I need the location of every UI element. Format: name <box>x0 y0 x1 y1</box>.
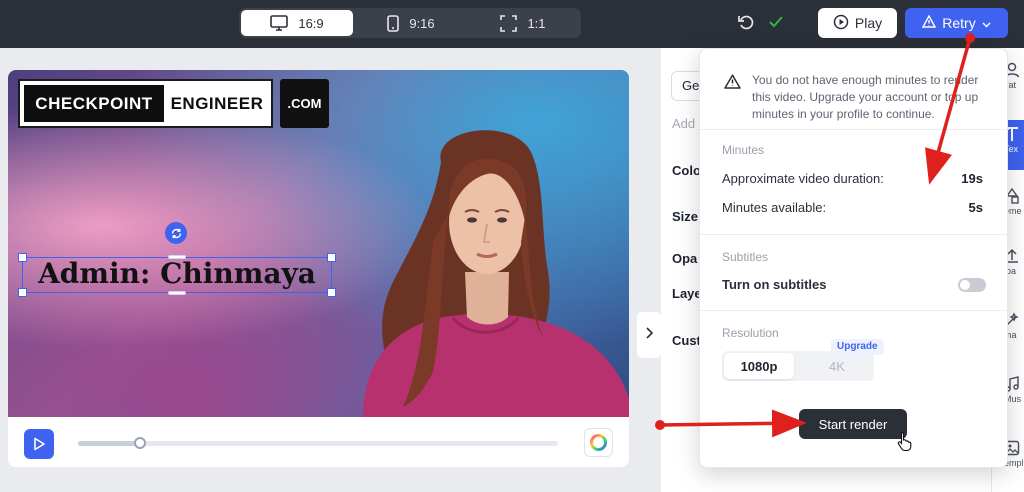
duration-label: Approximate video duration: <box>722 171 884 186</box>
warning-icon <box>922 14 937 31</box>
aspect-16-9-label: 16:9 <box>298 15 324 31</box>
chevron-down-icon <box>982 15 991 31</box>
video-scene[interactable]: CHECKPOINT ENGINEER .COM Admin: Chinmaya <box>8 70 629 417</box>
toggle-knob <box>960 280 970 290</box>
play-circle-icon <box>833 14 849 33</box>
aspect-9-16-label: 9:16 <box>409 15 435 31</box>
divider <box>700 234 1009 235</box>
resize-handle-bottom-right[interactable] <box>327 288 336 297</box>
timeline-track[interactable] <box>78 437 558 449</box>
video-canvas-card: CHECKPOINT ENGINEER .COM Admin: Chinmaya <box>8 70 629 467</box>
color-wheel-button[interactable] <box>584 428 613 457</box>
warning-triangle-icon <box>724 74 741 94</box>
chevron-right-icon <box>645 326 653 344</box>
monitor-icon <box>270 15 289 31</box>
duration-value: 19s <box>961 171 983 186</box>
phone-icon <box>387 14 400 32</box>
timeline-progress <box>78 441 141 446</box>
playback-bar <box>8 417 629 467</box>
subtitles-label: Turn on subtitles <box>722 277 827 292</box>
logo-com-badge[interactable]: .COM <box>280 79 329 128</box>
divider <box>700 310 1009 311</box>
resize-handle-top-left[interactable] <box>18 253 27 262</box>
retry-button[interactable]: Retry <box>905 8 1008 38</box>
player-play-button[interactable] <box>24 429 54 459</box>
minutes-section-title: Minutes <box>722 143 765 157</box>
size-label: Size <box>672 209 699 224</box>
selection-frame[interactable] <box>22 257 332 293</box>
aspect-1-1-button[interactable]: 1:1 <box>469 10 577 36</box>
properties-hint: Add <box>672 116 696 131</box>
saved-check-icon <box>768 15 784 34</box>
layer-label: Laye <box>672 286 702 301</box>
resize-handle-bottom-left[interactable] <box>18 288 27 297</box>
divider <box>700 129 1009 130</box>
logo[interactable]: CHECKPOINT ENGINEER <box>18 79 273 128</box>
subtitles-toggle[interactable] <box>958 278 986 292</box>
resolution-1080p-option[interactable]: 1080p <box>724 353 794 379</box>
available-value: 5s <box>968 200 983 215</box>
retry-label: Retry <box>942 15 976 31</box>
resize-handle-top-right[interactable] <box>327 253 336 262</box>
play-button[interactable]: Play <box>818 8 897 38</box>
resolution-selector: 1080p 4K <box>722 351 874 381</box>
logo-right-text: ENGINEER <box>170 93 264 113</box>
expand-panel-button[interactable] <box>637 312 661 358</box>
render-popup: You do not have enough minutes to render… <box>699 48 1009 468</box>
logo-left-text: CHECKPOINT <box>24 85 164 122</box>
top-toolbar: 16:9 9:16 1:1 Play Retry <box>0 0 1024 48</box>
undo-icon[interactable] <box>736 12 756 37</box>
fullscreen-icon <box>500 14 518 32</box>
custom-label: Cust <box>672 333 701 348</box>
color-label: Colo <box>672 163 701 178</box>
aspect-1-1-label: 1:1 <box>527 15 546 31</box>
subtitles-section-title: Subtitles <box>722 250 769 264</box>
resize-handle-top[interactable] <box>168 255 186 259</box>
hand-cursor-icon <box>897 431 913 456</box>
insufficient-minutes-warning: You do not have enough minutes to render… <box>752 73 979 121</box>
play-label: Play <box>854 15 883 31</box>
resolution-4k-option[interactable]: 4K <box>802 353 872 379</box>
available-label: Minutes available: <box>722 200 827 215</box>
aspect-16-9-button[interactable]: 16:9 <box>241 10 353 36</box>
opacity-label: Opa <box>672 251 698 266</box>
rotate-handle-icon[interactable] <box>165 222 187 244</box>
aspect-9-16-button[interactable]: 9:16 <box>357 10 465 36</box>
resolution-section-title: Resolution <box>722 326 779 340</box>
timeline-scrubber[interactable] <box>134 437 147 449</box>
color-wheel-icon <box>590 434 607 451</box>
avatar-person-image[interactable] <box>363 122 629 417</box>
upgrade-badge[interactable]: Upgrade <box>831 339 884 355</box>
start-render-button[interactable]: Start render <box>799 409 907 439</box>
resize-handle-bottom[interactable] <box>168 291 186 295</box>
aspect-ratio-selector: 16:9 9:16 1:1 <box>239 8 581 38</box>
